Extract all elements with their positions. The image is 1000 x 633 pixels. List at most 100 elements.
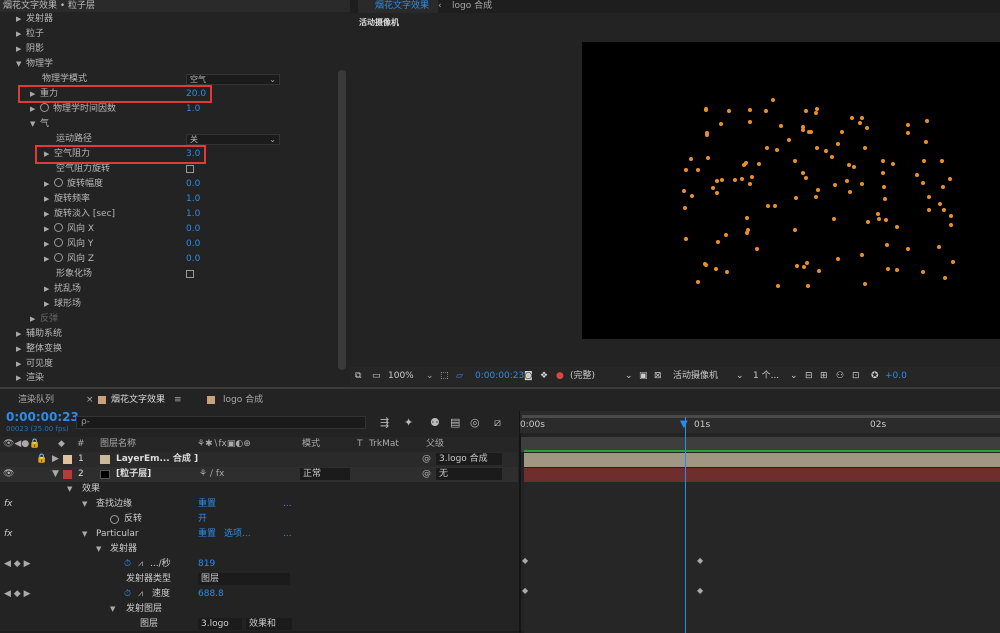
snapshot-icon[interactable]: ❖ <box>540 367 548 385</box>
prop-shadow[interactable]: ▶ 阴影 <box>0 42 336 57</box>
layer-bar[interactable] <box>524 468 1000 482</box>
chevron-right-icon[interactable]: ▶ <box>44 297 54 312</box>
views-dropdown[interactable]: 1 个... <box>753 367 779 385</box>
chevron-right-icon[interactable]: ▶ <box>44 252 54 267</box>
draft-3d-icon[interactable]: ✦ <box>404 416 413 429</box>
prop-turbulence-field[interactable]: ▶ 扰乱场 <box>0 282 336 297</box>
chevron-right-icon[interactable]: ▶ <box>44 237 54 252</box>
transparency-grid-icon[interactable]: ⊠ <box>654 367 662 385</box>
chevron-down-icon[interactable]: ▼ <box>82 527 87 542</box>
parent-pickwhip-icon[interactable]: @ <box>422 452 431 467</box>
wind-z-value[interactable]: 0.0 <box>186 252 200 267</box>
transparency-icon[interactable]: ▱ <box>456 367 463 385</box>
tab-logo-comp[interactable]: logo 合成 <box>452 0 492 13</box>
stopwatch-icon[interactable] <box>54 253 63 262</box>
layer-dropdown[interactable]: 3.logo <box>198 618 242 630</box>
shy-icon[interactable]: ⚉ <box>430 416 440 429</box>
search-input[interactable]: ρ- <box>76 416 366 429</box>
chevron-right-icon[interactable]: ▶ <box>30 312 40 327</box>
layer-bar[interactable] <box>524 453 1000 467</box>
chevron-right-icon[interactable]: ▶ <box>16 342 26 357</box>
switches[interactable]: ⚘ ∕ fx <box>199 467 224 482</box>
chevron-right-icon[interactable]: ▶ <box>44 207 54 222</box>
layer-label-color[interactable] <box>63 470 72 479</box>
prop-physics-time-factor[interactable]: ▶ 物理学时间因数 1.0 <box>0 102 336 117</box>
fx-icon[interactable]: fx <box>4 497 13 512</box>
keyframe[interactable]: ◆ <box>697 586 703 595</box>
prop-air[interactable]: ▼ 气 <box>0 117 336 132</box>
wind-x-value[interactable]: 0.0 <box>186 222 200 237</box>
region-icon[interactable]: ⬚ <box>440 367 449 385</box>
stopwatch-icon[interactable] <box>54 238 63 247</box>
keyframe[interactable]: ◆ <box>522 556 528 565</box>
pixel-aspect-icon[interactable]: ⊞ <box>820 367 828 385</box>
stopwatch-icon[interactable]: ⏱ <box>124 587 131 602</box>
prop-wind-z[interactable]: ▶ 风向 Z 0.0 <box>0 252 336 267</box>
prop-global-transform[interactable]: ▶ 整体变换 <box>0 342 336 357</box>
keyframe-nav-icon[interactable]: ◀ ◆ ▶ <box>4 587 31 602</box>
layer-name[interactable]: [粒子层] <box>116 467 151 482</box>
spin-amplitude-value[interactable]: 0.0 <box>186 177 200 192</box>
prop-find-edges[interactable]: fx ▼ 查找边缘 重置... <box>0 497 518 512</box>
quality-dropdown[interactable]: (完整) <box>570 367 595 385</box>
graph-icon[interactable]: ⩘ <box>138 557 143 572</box>
comp-canvas[interactable] <box>582 42 1000 339</box>
rate-value[interactable]: 819 <box>198 557 215 572</box>
prop-particular[interactable]: fx ▼ Particular 重置 选项...... <box>0 527 518 542</box>
scrollbar[interactable] <box>338 70 346 370</box>
prop-layer[interactable]: 图层 3.logo 效果和 <box>0 617 518 632</box>
layer-row[interactable]: 👁 ▼ 2 [粒子层] ⚘ ∕ fx 正常 @ 无 <box>0 467 518 482</box>
prop-wind-y[interactable]: ▶ 风向 Y 0.0 <box>0 237 336 252</box>
color-channel-icon[interactable]: ● <box>556 367 564 385</box>
graph-icon[interactable]: ⩘ <box>138 587 143 602</box>
prop-velocity[interactable]: ◀ ◆ ▶ ⏱ ⩘ 速度 688.8 <box>0 587 518 602</box>
chevron-down-icon[interactable]: ⌄ <box>790 367 798 385</box>
monitor-icon[interactable]: ▭ <box>372 367 381 385</box>
chevron-down-icon[interactable]: ▼ <box>96 542 101 557</box>
exposure-icon[interactable]: ✪ <box>871 367 879 385</box>
keyframe[interactable]: ◆ <box>697 556 703 565</box>
mode-dropdown[interactable]: 正常 <box>300 468 350 480</box>
chevron-down-icon[interactable]: ▼ <box>30 117 40 132</box>
stopwatch-icon[interactable] <box>40 103 49 112</box>
timecode-display[interactable]: 0:00:00:23 <box>475 367 524 385</box>
prop-emitter-type[interactable]: 发射器类型 图层 <box>0 572 518 587</box>
chevron-right-icon[interactable]: ▶ <box>44 282 54 297</box>
camera-icon[interactable]: ◙ <box>524 367 533 385</box>
prop-invert[interactable]: 反转开 <box>0 512 518 527</box>
parent-dropdown[interactable]: 无 <box>436 468 502 480</box>
layer-sampling-dropdown[interactable]: 效果和 <box>246 618 292 630</box>
layer-label-color[interactable] <box>63 455 72 464</box>
chevron-right-icon[interactable]: ▶ <box>44 222 54 237</box>
parent-pickwhip-icon[interactable]: @ <box>422 467 431 482</box>
prop-emitter-layer[interactable]: ▼ 发射图层 <box>0 602 518 617</box>
grid-icon[interactable]: ⧉ <box>355 367 361 385</box>
prop-particles-per-sec[interactable]: ◀ ◆ ▶ ⏱ ⩘ .../秒 819 <box>0 557 518 572</box>
chevron-right-icon[interactable]: ▶ <box>44 177 54 192</box>
flowchart-icon[interactable]: ⚇ <box>836 367 844 385</box>
motion-path-dropdown[interactable]: 关 ⌄ <box>186 134 280 145</box>
invert-value[interactable]: 开 <box>198 512 207 527</box>
chevron-down-icon[interactable]: ▼ <box>82 497 87 512</box>
chevron-right-icon[interactable]: ▶ <box>52 452 59 467</box>
eye-icon[interactable]: 👁 <box>3 467 14 482</box>
chevron-down-icon[interactable]: ▼ <box>16 57 26 72</box>
chevron-right-icon[interactable]: ▶ <box>16 12 26 27</box>
more-link[interactable]: ... <box>283 527 292 542</box>
stopwatch-icon[interactable] <box>54 223 63 232</box>
prop-emitter[interactable]: ▶ 发射器 <box>0 12 336 27</box>
layer-name[interactable]: LayerEm... 合成 ] <box>116 452 198 467</box>
prop-effects[interactable]: ▼ 效果 <box>0 482 518 497</box>
prop-particle[interactable]: ▶ 粒子 <box>0 27 336 42</box>
prop-spherical-field[interactable]: ▶ 球形场 <box>0 297 336 312</box>
prop-visibility[interactable]: ▶ 可见度 <box>0 357 336 372</box>
physics-model-dropdown[interactable]: 空气 ⌄ <box>186 74 280 85</box>
comp-flowchart-icon[interactable]: ⇶ <box>380 416 389 429</box>
motion-blur-icon[interactable]: ◎ <box>470 416 480 429</box>
fast-preview-icon[interactable]: ⊡ <box>852 367 860 385</box>
camera-dropdown[interactable]: 活动摄像机 <box>673 367 718 385</box>
reset-link[interactable]: 重置 <box>198 527 216 542</box>
chevron-right-icon[interactable]: ▶ <box>16 327 26 342</box>
chevron-down-icon[interactable]: ▼ <box>52 467 59 482</box>
prop-bounce[interactable]: ▶ 反弹 <box>0 312 336 327</box>
